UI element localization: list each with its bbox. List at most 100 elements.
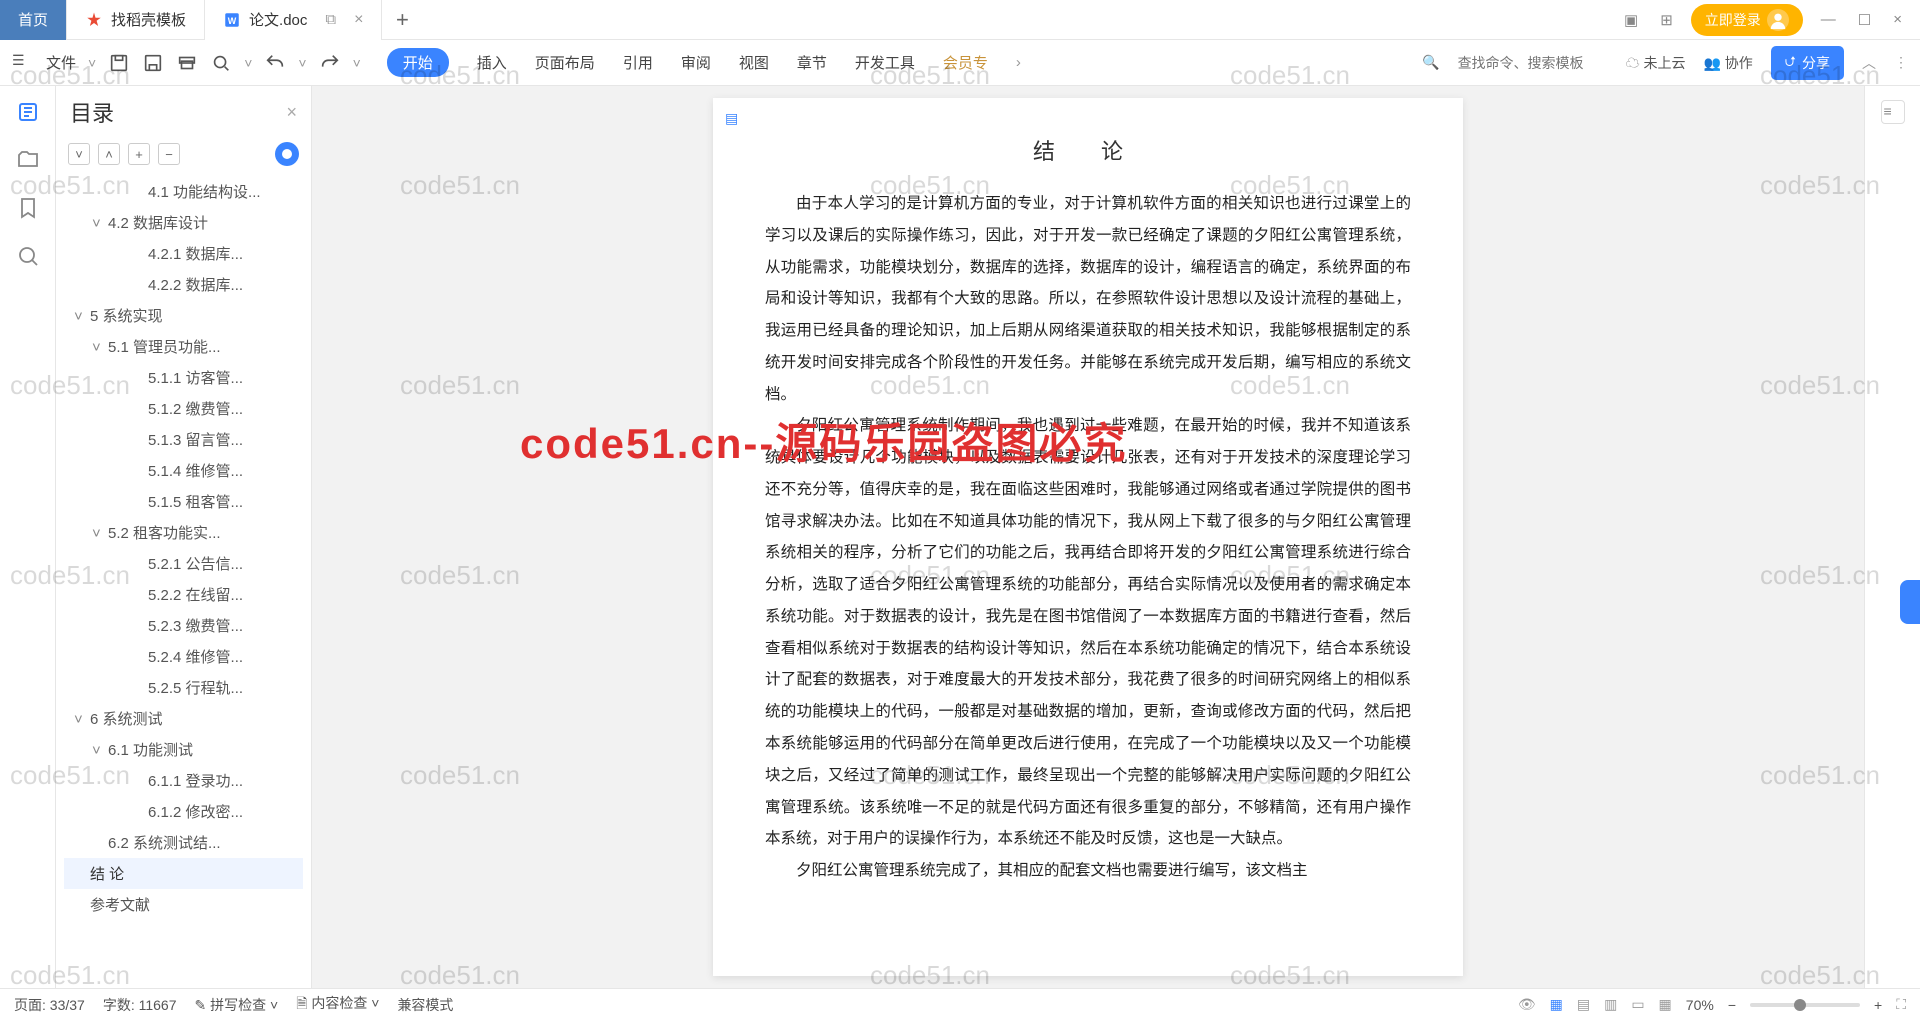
toc-item[interactable]: 5.2.4 维修管...: [64, 641, 303, 672]
cloud-status[interactable]: ☁ 未上云: [1626, 53, 1686, 73]
toc-item[interactable]: 5.1.5 租客管...: [64, 486, 303, 517]
toc-item[interactable]: 4.2.2 数据库...: [64, 269, 303, 300]
menu-insert[interactable]: 插入: [477, 52, 507, 73]
tab-home-label: 首页: [18, 9, 48, 30]
save-icon[interactable]: [108, 52, 130, 74]
toc-close-icon[interactable]: ×: [286, 102, 297, 123]
view-outline-icon[interactable]: ▤: [1577, 996, 1590, 1013]
bookmark-icon[interactable]: [16, 196, 40, 220]
toc-item[interactable]: 结 论: [64, 858, 303, 889]
side-pull-tab[interactable]: [1900, 580, 1920, 624]
ribbon-collapse-icon[interactable]: ︿: [1862, 53, 1876, 73]
share-button[interactable]: ⮍分享: [1771, 46, 1844, 80]
toc-item[interactable]: ˅6.1 功能测试: [64, 734, 303, 765]
toc-expand-all-icon[interactable]: ˄: [98, 143, 120, 165]
tab-document[interactable]: W 论文.doc ⧉ ×: [205, 0, 382, 40]
toc-collapse-all-icon[interactable]: ˅: [68, 143, 90, 165]
menu-icon[interactable]: ☰: [12, 52, 34, 74]
status-words[interactable]: 字数: 11667: [103, 995, 177, 1015]
file-menu[interactable]: 文件: [46, 52, 76, 73]
window-maximize-button[interactable]: ☐: [1854, 11, 1875, 29]
title-bar: 首页 找稻壳模板 W 论文.doc ⧉ × + ▣ ⊞ 立即登录 — ☐ ×: [0, 0, 1920, 40]
command-search-input[interactable]: [1458, 55, 1608, 71]
undo-icon[interactable]: [264, 52, 286, 74]
more-icon[interactable]: ⋮: [1894, 54, 1908, 71]
fullscreen-icon[interactable]: ⛶: [1896, 996, 1906, 1013]
login-button[interactable]: 立即登录: [1691, 4, 1803, 36]
toc-item[interactable]: 5.2.3 缴费管...: [64, 610, 303, 641]
toc-item[interactable]: 参考文献: [64, 889, 303, 920]
toc-item[interactable]: 5.1.1 访客管...: [64, 362, 303, 393]
toc-header: 目录 ×: [56, 86, 311, 138]
tab-close-icon[interactable]: ×: [354, 11, 363, 29]
menu-references[interactable]: 引用: [623, 52, 653, 73]
toc-sync-icon[interactable]: [275, 142, 299, 166]
doc-paragraph: 夕阳红公寓管理系统完成了，其相应的配套文档也需要进行编写，该文档主: [765, 855, 1411, 887]
toc-item[interactable]: 6.2 系统测试结...: [64, 827, 303, 858]
redo-icon[interactable]: [319, 52, 341, 74]
toc-item[interactable]: ˅6 系统测试: [64, 703, 303, 734]
folder-icon[interactable]: [16, 148, 40, 172]
toc-item[interactable]: 4.2.1 数据库...: [64, 238, 303, 269]
toc-controls: ˅ ˄ + −: [56, 138, 311, 174]
tab-restore-icon[interactable]: ⧉: [325, 11, 336, 28]
view-web-icon[interactable]: ▥: [1604, 996, 1617, 1013]
status-content-check[interactable]: 🗎 内容检查 ˅: [296, 993, 379, 1017]
menu-section[interactable]: 章节: [797, 52, 827, 73]
toc-item[interactable]: ˅5.2 租客功能实...: [64, 517, 303, 548]
toc-remove-icon[interactable]: −: [158, 143, 180, 165]
document-area[interactable]: ▤ 结 论 由于本人学习的是计算机方面的专业，对于计算机软件方面的相关知识也进行…: [312, 86, 1864, 988]
template-icon: [85, 11, 103, 29]
print-preview-icon[interactable]: [210, 52, 232, 74]
toc-item[interactable]: ˅5 系统实现: [64, 300, 303, 331]
right-panel-toggle-icon[interactable]: ≡: [1881, 100, 1905, 124]
toc-panel: 目录 × ˅ ˄ + − 4.1 功能结构设...˅4.2 数据库设计4.2.1…: [56, 86, 312, 988]
toc-item[interactable]: 4.1 功能结构设...: [64, 176, 303, 207]
print-icon[interactable]: [176, 52, 198, 74]
tab-add-button[interactable]: +: [382, 7, 422, 33]
view-grid-icon[interactable]: ▦: [1659, 996, 1672, 1013]
toc-item[interactable]: 5.1.3 留言管...: [64, 424, 303, 455]
eye-icon[interactable]: 👁: [1518, 996, 1536, 1013]
window-close-button[interactable]: ×: [1889, 11, 1906, 28]
tab-home[interactable]: 首页: [0, 0, 67, 40]
status-page[interactable]: 页面: 33/37: [14, 995, 85, 1015]
outline-icon[interactable]: [16, 100, 40, 124]
apps-icon[interactable]: ⊞: [1656, 11, 1677, 29]
toc-item[interactable]: 5.2.1 公告信...: [64, 548, 303, 579]
view-page-icon[interactable]: ▦: [1550, 996, 1563, 1013]
view-read-icon[interactable]: ▭: [1631, 996, 1644, 1013]
tab-template[interactable]: 找稻壳模板: [67, 0, 205, 40]
zoom-slider[interactable]: [1750, 1003, 1860, 1007]
menu-dev-tools[interactable]: 开发工具: [855, 52, 915, 73]
toc-item[interactable]: ˅4.2 数据库设计: [64, 207, 303, 238]
menu-start[interactable]: 开始: [387, 48, 449, 77]
toc-item[interactable]: 5.2.2 在线留...: [64, 579, 303, 610]
zoom-out-button[interactable]: −: [1728, 997, 1736, 1013]
zoom-value[interactable]: 70%: [1686, 997, 1714, 1013]
toc-add-icon[interactable]: +: [128, 143, 150, 165]
toc-item[interactable]: 6.1.2 修改密...: [64, 796, 303, 827]
toc-item[interactable]: 6.1.1 登录功...: [64, 765, 303, 796]
toc-item[interactable]: 5.2.5 行程轨...: [64, 672, 303, 703]
svg-text:W: W: [228, 15, 237, 25]
toc-item[interactable]: ˅5.1 管理员功能...: [64, 331, 303, 362]
menu-more-icon[interactable]: ›: [1016, 54, 1021, 71]
toc-item[interactable]: 5.1.2 缴费管...: [64, 393, 303, 424]
zoom-in-button[interactable]: +: [1874, 997, 1882, 1013]
save-as-icon[interactable]: [142, 52, 164, 74]
layout-icon[interactable]: ▣: [1620, 11, 1642, 29]
collab-button[interactable]: 👥 协作: [1703, 53, 1752, 73]
share-icon: ⮍: [1785, 51, 1796, 75]
toc-item[interactable]: 5.1.4 维修管...: [64, 455, 303, 486]
menu-page-layout[interactable]: 页面布局: [535, 52, 595, 73]
search-icon[interactable]: 🔍: [1422, 54, 1439, 71]
menu-review[interactable]: 审阅: [681, 52, 711, 73]
status-compat: 兼容模式: [397, 995, 453, 1015]
menu-member[interactable]: 会员专: [943, 52, 988, 73]
menu-view[interactable]: 视图: [739, 52, 769, 73]
window-minimize-button[interactable]: —: [1817, 11, 1840, 28]
status-spellcheck[interactable]: ✎ 拼写检查 ˅: [195, 995, 279, 1015]
search-panel-icon[interactable]: [16, 244, 40, 268]
doc-heading: 结 论: [765, 134, 1411, 166]
